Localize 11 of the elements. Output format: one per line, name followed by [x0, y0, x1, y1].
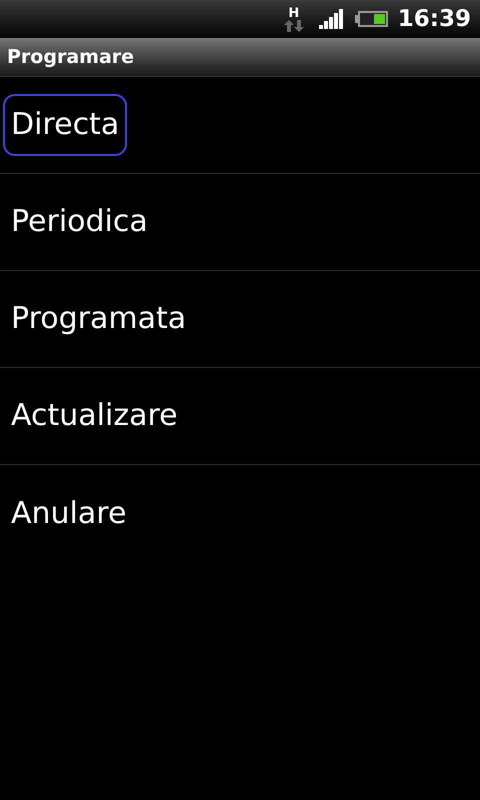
menu-item[interactable]: Programata	[3, 288, 194, 350]
menu-item[interactable]: Actualizare	[3, 385, 186, 447]
menu-item[interactable]: Periodica	[3, 191, 156, 253]
signal-icon	[318, 9, 345, 29]
battery-icon	[354, 11, 388, 27]
clock: 16:39	[398, 8, 471, 30]
menu-item[interactable]: Anulare	[3, 482, 134, 544]
menu-item[interactable]: Directa	[3, 94, 128, 156]
data-arrows-icon	[282, 20, 305, 32]
network-type: H	[288, 6, 300, 20]
screen-title: Programare	[7, 44, 134, 70]
